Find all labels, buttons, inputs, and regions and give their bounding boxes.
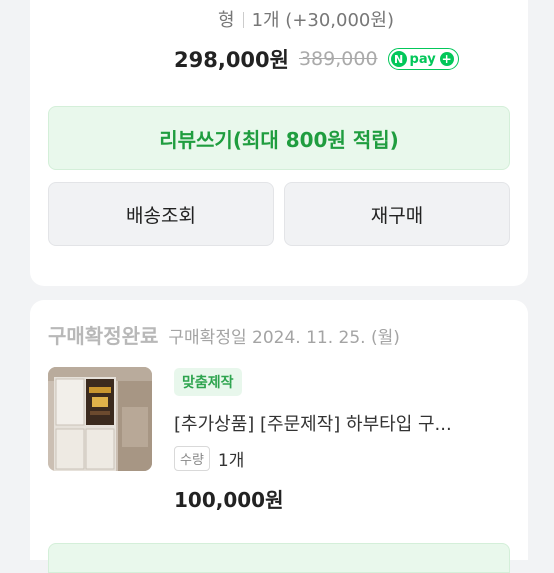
original-price: 389,000 [298, 48, 378, 70]
option-qty: 1개 (+30,000원) [251, 10, 394, 31]
confirm-date: 구매확정일 2024. 11. 25. (월) [168, 328, 400, 348]
plus-icon: + [439, 52, 454, 66]
custom-made-tag: 맞춤제작 [174, 368, 242, 396]
next-review-button[interactable] [48, 543, 510, 573]
track-delivery-button[interactable]: 배송조회 [48, 182, 274, 246]
npay-badge: N pay + [387, 48, 459, 70]
quantity-row: 수량 1개 [174, 446, 244, 471]
price-row: 298,000원 389,000 N pay + [174, 44, 459, 74]
cabinet-image [48, 367, 152, 471]
item-price: 100,000원 [174, 488, 284, 512]
reorder-button[interactable]: 재구매 [284, 182, 510, 246]
divider [242, 12, 244, 28]
quantity-label: 수량 [174, 446, 210, 471]
quantity-value: 1개 [217, 451, 245, 471]
option-summary: 형 1개 (+30,000원) [218, 6, 394, 32]
write-review-button[interactable]: 리뷰쓰기(최대 800원 적립) [48, 106, 510, 170]
product-thumbnail[interactable] [48, 367, 152, 471]
npay-label: pay [409, 51, 436, 67]
sale-price: 298,000원 [174, 48, 289, 72]
option-text: 형 [218, 10, 235, 31]
product-name[interactable]: [추가상품] [주문제작] 하부타입 구... [174, 410, 514, 436]
order-status: 구매확정완료 [48, 324, 159, 348]
npay-n-icon: N [390, 51, 407, 67]
order-status-row: 구매확정완료 구매확정일 2024. 11. 25. (월) [48, 320, 400, 349]
